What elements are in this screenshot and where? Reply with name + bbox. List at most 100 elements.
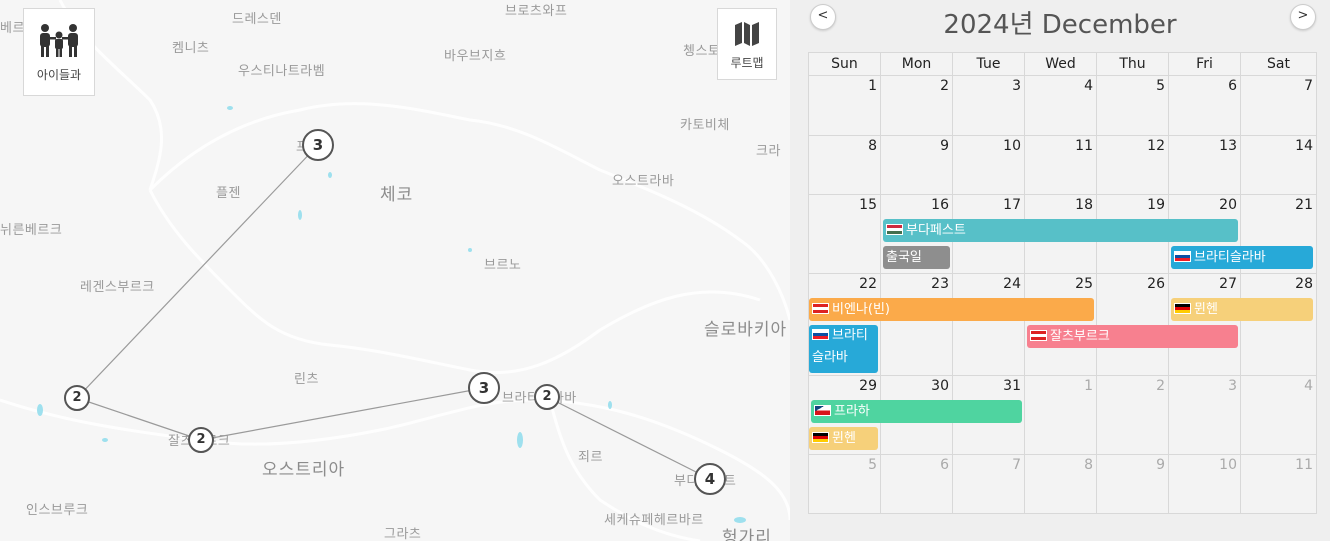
day-cell[interactable]: 5 — [1097, 76, 1169, 136]
place-label: 세케슈페헤르바르 — [604, 513, 704, 528]
calendar-event[interactable]: 뮌헨 — [1171, 298, 1313, 321]
event-label: 부다페스트 — [906, 223, 966, 238]
day-number: 5 — [1156, 78, 1165, 94]
calendar-event[interactable]: 브라티슬라바 — [809, 325, 878, 373]
calendar-event[interactable]: 잘츠부르크 — [1027, 325, 1238, 348]
day-number: 21 — [1295, 197, 1313, 213]
day-cell[interactable]: 3 — [1169, 376, 1241, 455]
calendar-event[interactable]: 프라하 — [811, 400, 1022, 423]
place-label: 바우브지흐 — [444, 49, 507, 64]
day-cell[interactable]: 9 — [881, 136, 953, 195]
day-number: 28 — [1295, 276, 1313, 292]
day-cell[interactable]: 13 — [1169, 136, 1241, 195]
day-number: 2 — [1156, 378, 1165, 394]
day-cell[interactable]: 8 — [809, 136, 881, 195]
calendar-title: 2024년 December — [943, 10, 1177, 40]
marker-bratislava[interactable]: 2 — [534, 384, 560, 410]
day-cell[interactable]: 10 — [1169, 455, 1241, 513]
next-month-button[interactable]: > — [1290, 4, 1316, 30]
calendar-event[interactable]: 비엔나(빈) — [809, 298, 1094, 321]
day-number: 25 — [1075, 276, 1093, 292]
weekday-header: Sun — [809, 53, 881, 76]
marker-praha[interactable]: 3 — [302, 129, 334, 161]
day-number: 27 — [1219, 276, 1237, 292]
day-number: 4 — [1304, 378, 1313, 394]
place-label: 켐니츠 — [172, 41, 210, 56]
day-cell[interactable]: 3 — [953, 76, 1025, 136]
day-number: 2 — [940, 78, 949, 94]
family-icon — [40, 24, 78, 57]
czech-flag-icon — [814, 405, 831, 416]
basemap — [0, 0, 790, 541]
calendar-event[interactable]: 뮌헨 — [809, 427, 878, 450]
day-cell[interactable]: 1 — [809, 76, 881, 136]
event-label: 브라티슬라바 — [1194, 250, 1266, 265]
event-label: 출국일 — [886, 250, 922, 265]
route-map[interactable]: 드레스덴 브로츠와프 켐니츠 바우브지흐 쳉스토 우스티나트라벰 카토비체 크라… — [0, 0, 790, 541]
calendar-event[interactable]: 브라티슬라바 — [1171, 246, 1313, 269]
place-label: 인스브루크 — [26, 503, 89, 518]
day-cell[interactable]: 6 — [1169, 76, 1241, 136]
day-cell[interactable]: 28 — [1241, 274, 1316, 376]
day-cell[interactable]: 24 — [953, 274, 1025, 376]
route-map-button[interactable]: 루트맵 — [717, 8, 777, 80]
hungary-flag-icon — [886, 224, 903, 235]
place-label: 린츠 — [294, 372, 319, 387]
day-cell[interactable]: 5 — [809, 455, 881, 513]
country-label: 체코 — [380, 185, 414, 205]
marker-munich[interactable]: 2 — [64, 385, 90, 411]
place-label: 카토비체 — [680, 118, 730, 133]
germany-flag-icon — [1174, 303, 1191, 314]
weekday-header: Tue — [953, 53, 1025, 76]
day-cell[interactable]: 8 — [1025, 455, 1097, 513]
calendar-event[interactable]: 출국일 — [883, 246, 950, 269]
day-cell[interactable]: 4 — [1241, 376, 1316, 455]
day-number: 24 — [1003, 276, 1021, 292]
day-cell[interactable]: 12 — [1097, 136, 1169, 195]
day-cell[interactable]: 14 — [1241, 136, 1316, 195]
day-number: 11 — [1075, 138, 1093, 154]
calendar-panel: < 2024년 December > Sun Mon Tue Wed Thu Fri Sat… — [790, 0, 1330, 541]
marker-salzburg[interactable]: 2 — [188, 427, 214, 453]
day-number: 8 — [868, 138, 877, 154]
app-root: 드레스덴 브로츠와프 켐니츠 바우브지흐 쳉스토 우스티나트라벰 카토비체 크라… — [0, 0, 1330, 541]
day-cell[interactable]: 11 — [1241, 455, 1316, 513]
day-cell[interactable]: 2 — [1097, 376, 1169, 455]
kids-filter-label: 아이들과 — [36, 68, 82, 82]
event-label: 잘츠부르크 — [1050, 329, 1110, 344]
day-cell[interactable]: 7 — [953, 455, 1025, 513]
place-label: 오스트라바 — [612, 174, 675, 189]
day-number: 31 — [1003, 378, 1021, 394]
marker-vienna[interactable]: 3 — [468, 372, 500, 404]
day-cell[interactable]: 15 — [809, 195, 881, 274]
day-cell[interactable]: 1 — [1025, 376, 1097, 455]
day-number: 22 — [859, 276, 877, 292]
austria-flag-icon — [812, 303, 829, 314]
day-number: 8 — [1084, 457, 1093, 473]
day-cell[interactable]: 11 — [1025, 136, 1097, 195]
kids-filter-button[interactable]: 아이들과 — [23, 8, 95, 96]
day-cell[interactable]: 4 — [1025, 76, 1097, 136]
germany-flag-icon — [812, 432, 829, 443]
day-cell[interactable]: 9 — [1097, 455, 1169, 513]
day-number: 12 — [1147, 138, 1165, 154]
place-label: 브로츠와프 — [505, 4, 568, 19]
place-label: 죄르 — [578, 450, 603, 465]
day-number: 19 — [1147, 197, 1165, 213]
day-cell[interactable]: 6 — [881, 455, 953, 513]
day-cell[interactable]: 10 — [953, 136, 1025, 195]
day-number: 3 — [1012, 78, 1021, 94]
marker-budapest[interactable]: 4 — [694, 463, 726, 495]
calendar-grid: Sun Mon Tue Wed Thu Fri Sat 1 2 3 4 5 6 7 8 9 10 11 12 13 14… — [808, 52, 1317, 514]
place-label: 드레스덴 — [232, 12, 282, 27]
day-cell[interactable]: 7 — [1241, 76, 1316, 136]
day-number: 15 — [859, 197, 877, 213]
day-number: 7 — [1304, 78, 1313, 94]
day-number: 9 — [940, 138, 949, 154]
day-cell[interactable]: 2 — [881, 76, 953, 136]
event-label: 프라하 — [834, 404, 870, 419]
day-cell[interactable]: 23 — [881, 274, 953, 376]
day-number: 9 — [1156, 457, 1165, 473]
calendar-event[interactable]: 부다페스트 — [883, 219, 1238, 242]
weekday-header: Wed — [1025, 53, 1097, 76]
